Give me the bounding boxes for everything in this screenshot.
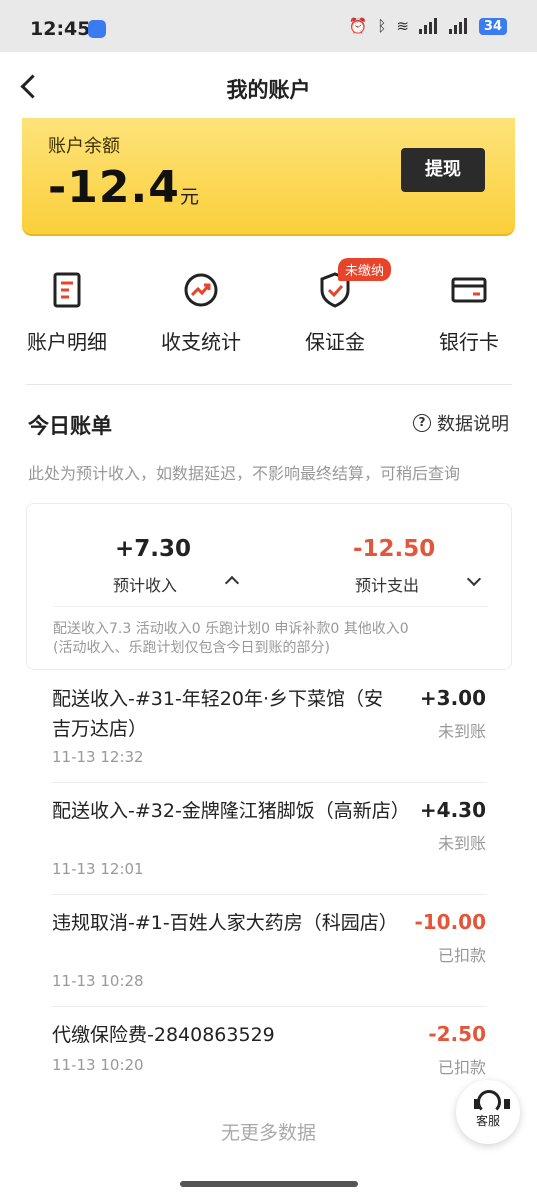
transaction-title: 配送收入-#32-金牌隆江猪脚饭（高新店） xyxy=(52,800,410,822)
action-label: 收支统计 xyxy=(161,330,241,354)
bill-note: 此处为预计收入，如数据延迟，不影响最终结算，可稍后查询 xyxy=(28,464,461,483)
action-label: 保证金 xyxy=(305,330,365,354)
transaction-amount: +3.00 xyxy=(419,686,486,710)
wifi-icon: ≋ xyxy=(396,17,409,35)
header: 我的账户 xyxy=(0,52,537,122)
app-notification-icon xyxy=(88,20,106,38)
transaction-row[interactable]: 违规取消-#1-百姓人家大药房（科园店） -10.00 已扣款 11-13 10… xyxy=(52,908,486,998)
income-breakdown-note: (活动收入、乐跑计划仅包含今日到账的部分) xyxy=(53,640,330,656)
balance-label: 账户余额 xyxy=(48,136,120,157)
chevron-up-icon[interactable] xyxy=(224,575,240,591)
status-bar: 12:45 ⏰ ᛒ ≋ 34 xyxy=(0,0,537,52)
row-divider xyxy=(52,782,486,783)
section-title: 今日账单 xyxy=(28,414,112,438)
income-label[interactable]: 预计收入 xyxy=(113,572,177,596)
income-breakdown-line: 配送收入7.3 活动收入0 乐跑计划0 申诉补款0 其他收入0 xyxy=(53,621,409,637)
transaction-status: 已扣款 xyxy=(437,1058,486,1077)
bluetooth-icon: ᛒ xyxy=(377,17,387,35)
transaction-status: 未到账 xyxy=(437,722,486,741)
action-stats[interactable]: 收支统计 xyxy=(134,260,268,355)
action-bank-card[interactable]: 银行卡 xyxy=(402,260,536,355)
transaction-time: 11-13 12:32 xyxy=(52,748,144,766)
transaction-status: 已扣款 xyxy=(437,946,486,965)
income-amount: +7.30 xyxy=(115,536,192,562)
home-indicator[interactable] xyxy=(180,1181,358,1187)
card-icon xyxy=(449,270,489,310)
balance-amount: -12.4 xyxy=(48,162,180,213)
quick-actions: 账户明细 收支统计 保证金 未缴纳 银行卡 xyxy=(0,258,537,370)
alarm-icon: ⏰ xyxy=(348,17,368,35)
transaction-time: 11-13 10:20 xyxy=(52,1056,144,1074)
transaction-time: 11-13 12:01 xyxy=(52,860,144,878)
battery-icon: 34 xyxy=(478,17,507,35)
question-icon: ? xyxy=(413,414,431,432)
signal-icon-1 xyxy=(418,18,439,34)
transaction-amount: -10.00 xyxy=(414,910,486,934)
summary-box: +7.30 预计收入 -12.50 预计支出 配送收入7.3 活动收入0 乐跑计… xyxy=(26,503,512,670)
headset-icon xyxy=(474,1090,510,1114)
row-divider xyxy=(52,894,486,895)
transaction-title: 违规取消-#1-百姓人家大药房（科园店） xyxy=(52,912,398,934)
row-divider xyxy=(52,1006,486,1007)
action-label: 账户明细 xyxy=(27,330,107,354)
transaction-row[interactable]: 配送收入-#31-年轻20年·乡下菜馆（安吉万达店） +3.00 未到账 11-… xyxy=(52,684,486,774)
divider xyxy=(53,606,487,607)
action-account-details[interactable]: 账户明细 xyxy=(0,260,134,355)
transaction-title: 配送收入-#31-年轻20年·乡下菜馆（安吉万达店） xyxy=(52,688,384,740)
transaction-time: 11-13 10:28 xyxy=(52,972,144,990)
transaction-row[interactable]: 配送收入-#32-金牌隆江猪脚饭（高新店） +4.30 未到账 11-13 12… xyxy=(52,796,486,886)
data-help-link[interactable]: ? 数据说明 xyxy=(413,410,509,436)
expense-amount: -12.50 xyxy=(353,536,436,562)
transaction-status: 未到账 xyxy=(437,834,486,853)
chevron-down-icon[interactable] xyxy=(466,571,482,587)
customer-service-button[interactable]: 客服 xyxy=(456,1080,520,1144)
transaction-amount: -2.50 xyxy=(428,1022,486,1046)
unpaid-badge: 未缴纳 xyxy=(338,258,392,281)
trend-icon xyxy=(181,270,221,310)
divider xyxy=(26,384,512,385)
data-help-label: 数据说明 xyxy=(437,414,509,435)
status-icons: ⏰ ᛒ ≋ 34 xyxy=(349,17,507,35)
income-breakdown: 配送收入7.3 活动收入0 乐跑计划0 申诉补款0 其他收入0 (活动收入、乐跑… xyxy=(53,620,409,658)
action-label: 银行卡 xyxy=(439,330,499,354)
balance-card: 账户余额 -12.4 元 提现 xyxy=(22,118,515,236)
withdraw-button[interactable]: 提现 xyxy=(401,148,485,192)
transaction-amount: +4.30 xyxy=(419,798,486,822)
signal-icon-2 xyxy=(448,18,469,34)
status-time: 12:45 xyxy=(30,18,91,40)
page-title: 我的账户 xyxy=(226,78,311,102)
document-icon xyxy=(47,270,87,310)
expense-label[interactable]: 预计支出 xyxy=(355,572,419,596)
customer-service-label: 客服 xyxy=(475,1114,500,1128)
transaction-row[interactable]: 代缴保险费-2840863529 -2.50 已扣款 11-13 10:20 xyxy=(52,1020,486,1080)
transaction-title: 代缴保险费-2840863529 xyxy=(52,1024,275,1046)
balance-unit: 元 xyxy=(180,186,200,208)
